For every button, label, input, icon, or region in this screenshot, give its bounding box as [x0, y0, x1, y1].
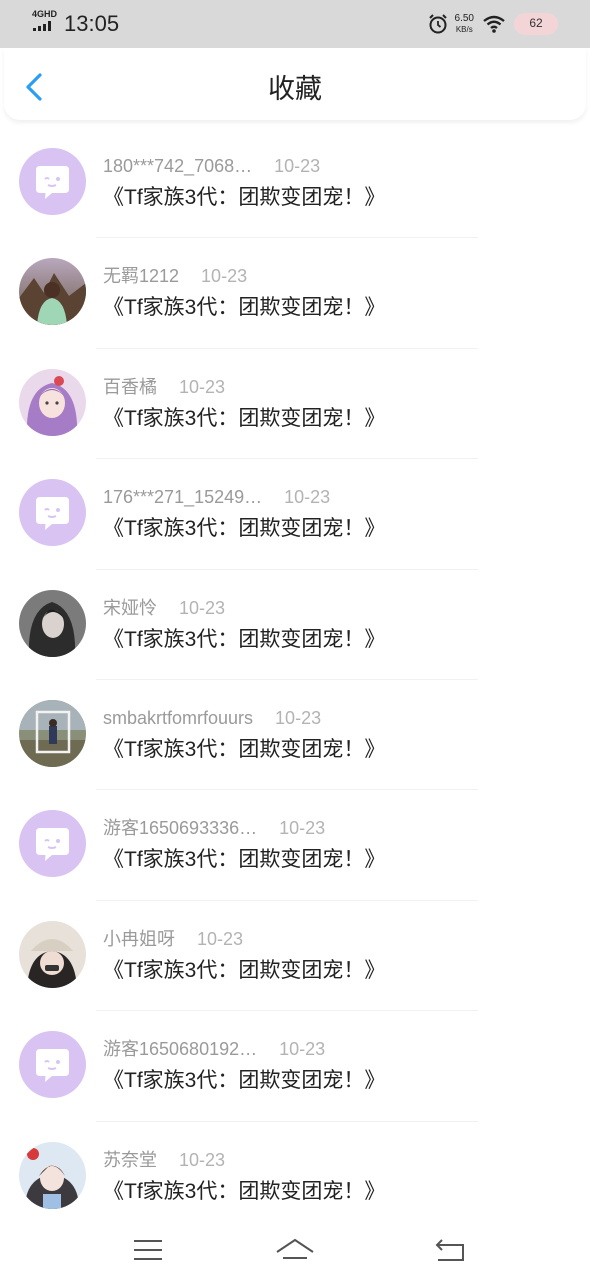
list-item[interactable]: 无羁1212 10-23 《Tf家族3代：团欺变团宠！》 [0, 238, 590, 349]
book-title[interactable]: 《Tf家族3代：团欺变团宠！》 [103, 736, 385, 764]
list-item[interactable]: 游客1650693336… 10-23 《Tf家族3代：团欺变团宠！》 [0, 790, 590, 901]
default-avatar-icon[interactable] [19, 810, 86, 878]
user-name[interactable]: 游客1650693336… [103, 817, 257, 839]
user-avatar[interactable] [19, 920, 86, 988]
book-title[interactable]: 《Tf家族3代：团欺变团宠！》 [103, 626, 385, 654]
list-item[interactable]: 小冉姐呀 10-23 《Tf家族3代：团欺变团宠！》 [0, 901, 590, 1012]
user-avatar[interactable] [19, 699, 86, 767]
list-item[interactable]: 176***271_15249… 10-23 《Tf家族3代：团欺变团宠！》 [0, 459, 590, 570]
book-title[interactable]: 《Tf家族3代：团欺变团宠！》 [103, 184, 385, 212]
favorite-date: 10-23 [179, 376, 226, 397]
favorites-list: 180***742_7068… 10-23 《Tf家族3代：团欺变团宠！》 无羁1… [0, 128, 590, 1232]
clock: 13:05 [64, 11, 120, 36]
user-avatar[interactable] [19, 368, 86, 436]
book-title[interactable]: 《Tf家族3代：团欺变团宠！》 [103, 1067, 385, 1095]
favorite-date: 10-23 [279, 818, 326, 839]
book-title[interactable]: 《Tf家族3代：团欺变团宠！》 [103, 515, 385, 543]
top-bar: 收藏 [4, 48, 586, 120]
signal-icon [33, 21, 53, 31]
book-title[interactable]: 《Tf家族3代：团欺变团宠！》 [103, 405, 385, 433]
favorite-date: 10-23 [197, 928, 244, 949]
user-name[interactable]: 百香橘 [103, 376, 157, 398]
user-avatar[interactable] [19, 1141, 86, 1209]
system-nav-bar [0, 1220, 590, 1280]
network-type: 4GHD [32, 9, 58, 19]
list-item[interactable]: 游客1650680192… 10-23 《Tf家族3代：团欺变团宠！》 [0, 1011, 590, 1122]
list-item[interactable]: smbakrtfomrfouurs 10-23 《Tf家族3代：团欺变团宠！》 [0, 680, 590, 791]
list-item[interactable]: 180***742_7068… 10-23 《Tf家族3代：团欺变团宠！》 [0, 128, 590, 239]
battery-indicator: 62 [514, 13, 558, 35]
user-name[interactable]: 游客1650680192… [103, 1038, 257, 1060]
favorite-date: 10-23 [201, 266, 248, 287]
user-avatar[interactable] [19, 589, 86, 657]
favorite-date: 10-23 [274, 156, 321, 176]
wifi-icon [483, 15, 505, 33]
user-name[interactable]: 176***271_15249… [103, 486, 262, 508]
favorite-date: 10-23 [275, 707, 322, 728]
home-icon[interactable] [275, 1230, 315, 1270]
user-name[interactable]: 小冉姐呀 [103, 928, 175, 950]
default-avatar-icon[interactable] [19, 479, 86, 547]
user-name[interactable]: 苏奈堂 [103, 1149, 157, 1171]
book-title[interactable]: 《Tf家族3代：团欺变团宠！》 [103, 294, 385, 322]
default-avatar-icon[interactable] [19, 148, 86, 215]
alarm-icon [428, 14, 447, 34]
user-name[interactable]: 无羁1212 [103, 265, 179, 287]
user-name[interactable]: 180***742_7068… [103, 155, 252, 177]
page-title: 收藏 [268, 74, 322, 104]
default-avatar-icon[interactable] [19, 1031, 86, 1099]
user-avatar[interactable] [19, 258, 86, 326]
menu-icon[interactable] [128, 1230, 168, 1270]
book-title[interactable]: 《Tf家族3代：团欺变团宠！》 [103, 846, 385, 874]
favorite-date: 10-23 [284, 487, 331, 508]
user-name[interactable]: smbakrtfomrfouurs [103, 707, 253, 729]
list-item[interactable]: 宋娅怜 10-23 《Tf家族3代：团欺变团宠！》 [0, 570, 590, 680]
book-title[interactable]: 《Tf家族3代：团欺变团宠！》 [103, 1178, 385, 1206]
favorite-date: 10-23 [279, 1039, 326, 1060]
status-bar: 4GHD 13:05 6.50 KB/s 62 [0, 0, 590, 48]
book-title[interactable]: 《Tf家族3代：团欺变团宠！》 [103, 957, 385, 985]
favorite-date: 10-23 [179, 1149, 226, 1170]
user-name[interactable]: 宋娅怜 [103, 597, 157, 619]
favorite-date: 10-23 [179, 597, 226, 618]
list-item[interactable]: 百香橘 10-23 《Tf家族3代：团欺变团宠！》 [0, 349, 590, 460]
list-item[interactable]: 苏奈堂 10-23 《Tf家族3代：团欺变团宠！》 [0, 1122, 590, 1232]
network-speed: 6.50 KB/s [454, 13, 474, 34]
back-icon[interactable] [430, 1230, 470, 1270]
